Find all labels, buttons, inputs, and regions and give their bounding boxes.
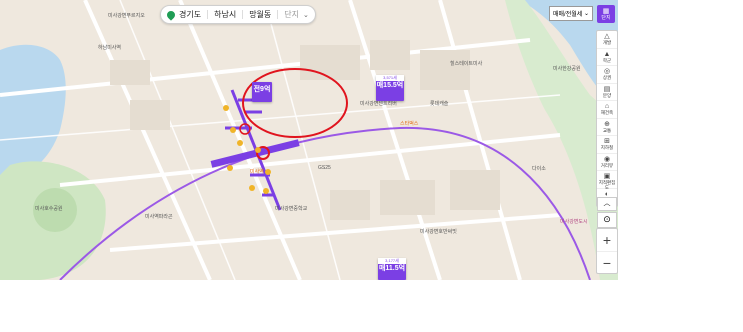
price-marker[interactable]: 3,177세 매11.5억 [378,258,406,280]
divider [277,10,279,19]
price-marker[interactable]: 전9억 [252,82,272,102]
breadcrumb-more[interactable]: 단지 [284,9,299,20]
breadcrumb-city[interactable]: 하남시 [214,9,236,20]
price-marker[interactable]: 3,571세 매15.5억 [376,75,404,101]
layer-commercial[interactable]: ◎ 상권 [597,66,617,84]
layer-presale[interactable]: ▤ 분양 [597,84,617,101]
poi-label[interactable]: 미사강변도시 [560,218,588,225]
cadastral-icon: ▣ [603,173,611,180]
location-pin-icon [165,8,177,21]
location-breadcrumb[interactable]: 경기도 하남시 망월동 단지 ⌄ [160,5,316,24]
poi-label[interactable]: 미사역 [250,168,264,175]
poi-label[interactable]: 하남미사역 [98,44,121,51]
redevelopment-icon: ⌂ [604,103,610,110]
breadcrumb-district[interactable]: 망월동 [249,9,271,20]
map-layer-toolbar: △ 개발 ▲ 학군 ◎ 상권 ▤ 분양 ⌂ 재건축 ⊕ 교통 ⊞ 지하철 ◉ 거리뷰 ▣ 지적편집… [596,30,618,207]
transport-icon: ⊕ [604,120,610,128]
price-value: 매11.5억 [378,265,406,272]
collapse-button[interactable]: ︿ [597,197,617,211]
layer-cadastral[interactable]: ▣ 지적편집도 [597,171,617,190]
price-value: 전9억 [253,86,271,93]
complex-toggle-button[interactable]: ▦ 단지 [597,5,615,23]
layer-school[interactable]: ▲ 학군 [597,49,617,66]
layer-redevelopment[interactable]: ⌂ 재건축 [597,101,617,119]
complex-toggle-label: 단지 [601,15,611,21]
poi-label[interactable]: GS25 [318,165,331,171]
divider [242,10,244,19]
poi-label[interactable]: 미사한강공원 [553,65,581,72]
poi-label[interactable]: 롯데캐슬 [430,100,448,107]
subway-line-5 [59,126,591,280]
zoom-out-button[interactable]: − [597,252,617,274]
poi-label[interactable]: 스타벅스 [400,120,418,127]
poi-label[interactable]: 미사역파라곤 [145,213,173,220]
poi-label[interactable]: 미사강변중학교 [275,205,307,212]
my-location-button[interactable]: ⊙ [597,212,617,228]
zoom-in-button[interactable]: + [597,229,617,252]
layer-transport[interactable]: ⊕ 교통 [597,119,617,136]
streetview-icon: ◉ [603,155,611,163]
development-icon: △ [604,33,610,40]
store-icon: ◎ [603,68,611,75]
map-base [0,0,618,280]
poi-label[interactable]: 다이소 [532,165,546,172]
school-icon: ▲ [603,50,611,58]
breadcrumb-region[interactable]: 경기도 [179,9,201,20]
divider [207,10,209,19]
layer-development[interactable]: △ 개발 [597,31,617,49]
price-value: 매15.5억 [376,82,404,89]
poi-label[interactable]: 힐스테이트미사 [450,60,482,67]
chevron-up-icon: ︿ [603,200,611,207]
poi-label[interactable]: 미사호수공원 [35,205,63,212]
map-canvas[interactable]: 미사강변푸르지오 미사역 미사역파라곤 하남미사역 GS25 미사강변센트리버 … [0,0,618,280]
poi-label[interactable]: 미사강변푸르지오 [108,12,145,19]
building-icon: ▦ [602,8,610,15]
layer-subway[interactable]: ⊞ 지하철 [597,136,617,154]
poi-label[interactable]: 미사강변센트리버 [360,100,397,107]
zoom-control: + − [596,228,618,274]
layer-streetview[interactable]: ◉ 거리뷰 [597,154,617,171]
trade-type-select[interactable]: 매매/전월세 ⌄ [549,6,593,21]
annotation-circle-large [242,68,348,138]
poi-label[interactable]: 미사강변호반써밋 [420,228,457,235]
chevron-down-icon[interactable]: ⌄ [303,11,309,19]
crosshair-icon: ⊙ [603,214,611,224]
select-value: 매매/전월세 [553,12,583,18]
presale-icon: ▤ [603,85,611,93]
subway-icon: ⊞ [604,138,610,145]
chevron-down-icon: ⌄ [583,11,589,17]
